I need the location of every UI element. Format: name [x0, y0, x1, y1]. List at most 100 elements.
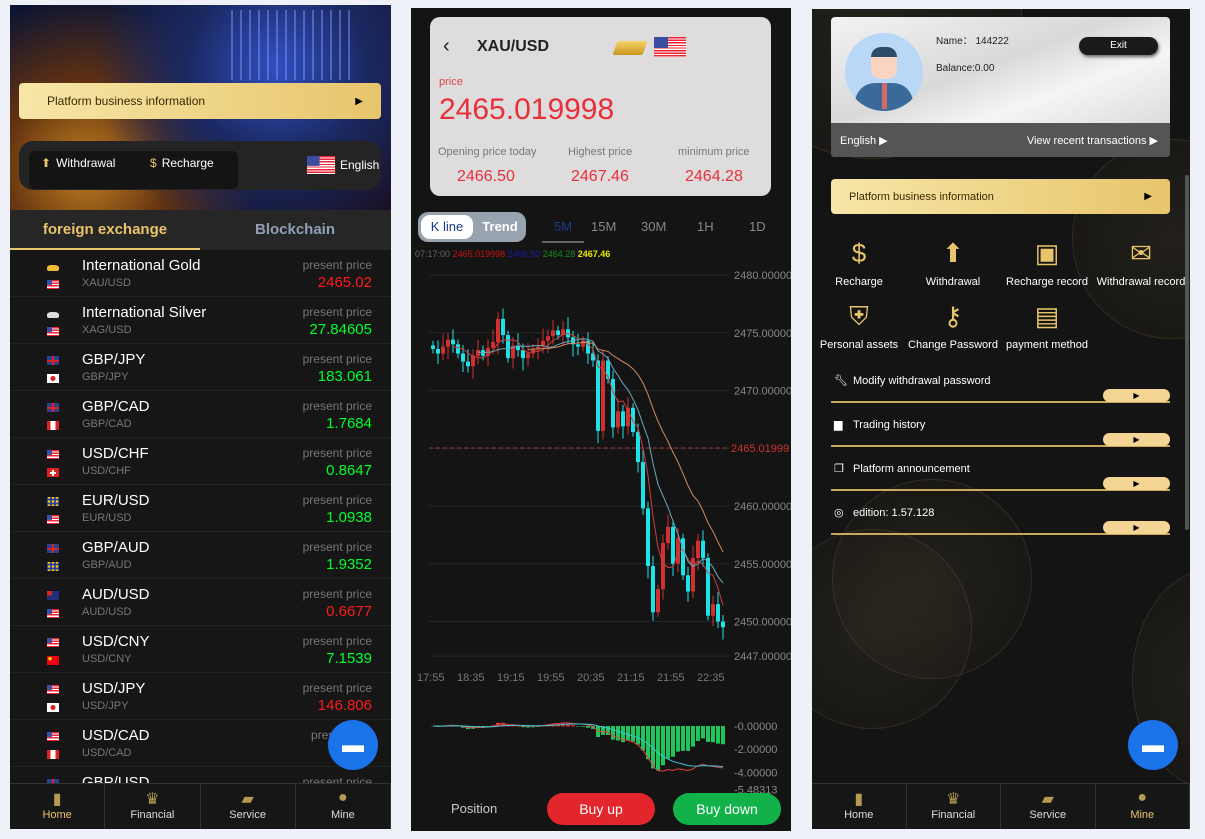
instrument-code: USD/JPY [82, 700, 129, 712]
price-label: present price [302, 587, 372, 601]
price-value: 183.061 [317, 368, 372, 385]
modify-withdrawal-password-item[interactable]: 🔧︎ Modify withdrawal password ▶ [831, 373, 1170, 403]
card-icon: ▤ [1034, 301, 1060, 331]
open-value: 2466.50 [457, 168, 515, 185]
us-flag-icon [47, 638, 59, 647]
market-row[interactable]: International Silver XAG/USD present pri… [10, 297, 391, 344]
ch-flag-icon [47, 468, 59, 477]
market-row[interactable]: International Gold XAU/USD present price… [10, 250, 391, 297]
ca-flag-icon [47, 421, 59, 430]
nav-home[interactable]: ▮ Home [812, 784, 907, 829]
macd-bar [716, 726, 720, 744]
y-tick-label: 2460.00000 [734, 501, 791, 513]
recharge-button[interactable]: $ Recharge [150, 156, 214, 170]
user-icon: ● [338, 789, 348, 806]
buy-up-button[interactable]: Buy up [547, 793, 655, 825]
macd-bar [721, 726, 725, 745]
nav-home[interactable]: ▮ Home [10, 784, 106, 829]
position-button[interactable]: Position [451, 801, 497, 816]
recharge-item[interactable]: $ Recharge [812, 236, 906, 288]
timeframe-15m[interactable]: 15M [591, 219, 616, 234]
eu-flag-icon [47, 562, 59, 571]
go-arrow-icon: ▶ [1103, 521, 1170, 534]
timeframe-1d[interactable]: 1D [749, 219, 766, 234]
kline-tab[interactable]: K line [421, 215, 473, 239]
withdrawal-label: Withdrawal [56, 156, 116, 170]
x-tick-label: 21:55 [657, 672, 685, 684]
market-row[interactable]: USD/JPY USD/JPY present price 146.806 [10, 673, 391, 720]
withdrawal-record-item[interactable]: ✉ Withdrawal record [1094, 236, 1188, 288]
us-flag-icon [47, 280, 59, 289]
history-icon: ▆ [834, 419, 843, 431]
chat-button[interactable]: ▬ [328, 720, 378, 770]
trading-history-item[interactable]: ▆ Trading history ▶ [831, 417, 1170, 447]
withdrawal-item[interactable]: ⬆ Withdrawal [906, 236, 1000, 288]
market-row[interactable]: EUR/USD EUR/USD present price 1.0938 [10, 485, 391, 532]
language-link[interactable]: English ▶ [840, 134, 888, 147]
recent-transactions-link[interactable]: View recent transactions ▶ [1027, 134, 1158, 147]
candle-body [721, 621, 725, 628]
tab-foreign-exchange[interactable]: foreign exchange [10, 210, 200, 250]
instrument-name: EUR/USD [82, 492, 150, 509]
kline-chart[interactable]: 2480.00000 2475.00000 2470.00000 2460.00000… [411, 263, 791, 831]
chat-icon: ▬ [1142, 732, 1164, 757]
info-time: 07:17:00 [415, 249, 451, 259]
name-value: 144222 [975, 36, 1009, 47]
timeframe-30m[interactable]: 30M [641, 219, 666, 234]
candle-body [461, 353, 465, 362]
macd-bar [656, 726, 660, 771]
recharge-icon: $ [150, 156, 157, 170]
chart-screen: ‹ XAU/USD price 2465.019998 Opening pric… [411, 8, 791, 831]
instrument-name: USD/CHF [82, 445, 149, 462]
profile-footer: English ▶ View recent transactions ▶ [831, 123, 1170, 157]
macd-bar [661, 726, 665, 766]
price-label: present price [302, 540, 372, 554]
nav-financial[interactable]: ♛ Financial [105, 784, 201, 829]
chat-button[interactable]: ▬ [1128, 720, 1178, 770]
nav-mine[interactable]: ● Mine [296, 784, 391, 829]
tab-blockchain[interactable]: Blockchain [200, 210, 390, 250]
personal-assets-item[interactable]: ⛨ Personal assets [812, 299, 906, 351]
price-label: present price [302, 681, 372, 695]
buy-down-button[interactable]: Buy down [673, 793, 781, 825]
recharge-record-item[interactable]: ▣ Recharge record [1000, 236, 1094, 288]
platform-announcement-item[interactable]: ❐ Platform announcement ▶ [831, 461, 1170, 491]
market-tabs: foreign exchange Blockchain [10, 210, 391, 250]
language-label: English [840, 135, 877, 147]
change-password-item[interactable]: ⚷ Change Password [906, 299, 1000, 351]
market-row[interactable]: AUD/USD AUD/USD present price 0.6677 [10, 579, 391, 626]
scrollbar[interactable] [1185, 175, 1189, 530]
caret-right-icon: ▶ [1149, 135, 1158, 147]
withdrawal-button[interactable]: ⬆ Withdrawal [41, 156, 115, 170]
candle-body [596, 360, 600, 431]
action-bar: ⬆ Withdrawal $ Recharge English [19, 141, 381, 190]
nav-service[interactable]: ▰ Service [1001, 784, 1096, 829]
market-row[interactable]: USD/CNY USD/CNY present price 7.1539 [10, 626, 391, 673]
platform-info-banner[interactable]: Platform business information ▶ [19, 83, 381, 119]
y-tick-label: 2455.00000 [734, 559, 791, 571]
trophy-icon: ♛ [145, 791, 160, 808]
timeframe-1h[interactable]: 1H [697, 219, 714, 234]
info-price: 2465.019998 [452, 249, 506, 259]
nav-mine[interactable]: ● Mine [1096, 784, 1190, 829]
trend-tab[interactable]: Trend [476, 215, 524, 239]
market-row[interactable]: GBP/CAD GBP/CAD present price 1.7684 [10, 391, 391, 438]
edition-label: edition: 1.57.128 [853, 507, 935, 519]
payment-method-item[interactable]: ▤ payment method [1000, 299, 1094, 351]
price-label: present price [302, 305, 372, 319]
nav-service[interactable]: ▰ Service [201, 784, 296, 829]
exit-button[interactable]: Exit [1079, 37, 1158, 55]
market-row[interactable]: USD/CHF USD/CHF present price 0.8647 [10, 438, 391, 485]
platform-info-banner[interactable]: Platform business information ▶ [831, 179, 1170, 214]
x-tick-label: 19:15 [497, 672, 525, 684]
timeframe-5m[interactable]: 5M [542, 219, 585, 243]
nav-financial[interactable]: ♛ Financial [907, 784, 1001, 829]
candle-body [506, 335, 510, 359]
language-button[interactable]: English [307, 156, 379, 174]
edition-item[interactable]: ◎ edition: 1.57.128 ▶ [831, 505, 1170, 535]
market-row[interactable]: GBP/JPY GBP/JPY present price 183.061 [10, 344, 391, 391]
us-flag-icon [307, 156, 335, 174]
nav-label: Service [229, 809, 266, 821]
market-row[interactable]: GBP/AUD GBP/AUD present price 1.9352 [10, 532, 391, 579]
back-icon[interactable]: ‹ [443, 35, 450, 58]
